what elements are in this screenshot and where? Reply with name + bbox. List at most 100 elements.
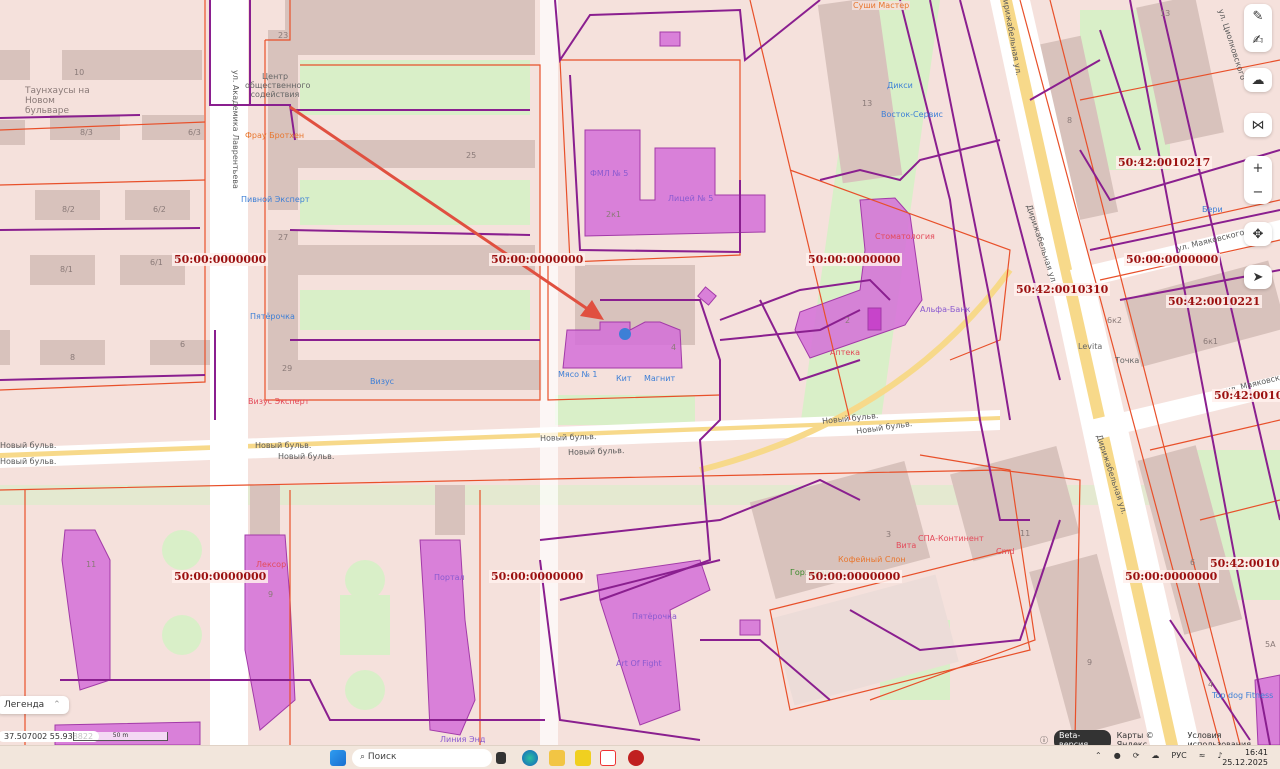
upload-tool: ☁ bbox=[1244, 68, 1272, 92]
cadastral-label[interactable]: 50:00:0000000 bbox=[489, 253, 586, 266]
street-label: Новый бульв. bbox=[278, 452, 335, 461]
task-view-icon[interactable] bbox=[496, 752, 506, 764]
place-topdog[interactable]: Top dog Fitness bbox=[1212, 691, 1273, 700]
edit-icon[interactable]: ✍ bbox=[1244, 28, 1272, 52]
cadastral-label[interactable]: 50:42:0010310 bbox=[1014, 283, 1111, 296]
house-number: 8/2 bbox=[62, 205, 75, 214]
place-vizus-expert[interactable]: Визус Эксперт bbox=[248, 397, 309, 406]
taskbar-search[interactable]: ⌕ Поиск bbox=[352, 749, 492, 767]
cadastral-label[interactable]: 50:00:0000000 bbox=[172, 570, 269, 583]
house-number: 13 bbox=[862, 99, 873, 108]
cadastral-label[interactable]: 50:00:0000000 bbox=[806, 253, 903, 266]
house-number: 8 bbox=[1067, 116, 1073, 125]
place-apteka[interactable]: Аптека bbox=[830, 348, 860, 357]
cadastral-label[interactable]: 50:42:0010217 bbox=[1116, 156, 1213, 169]
file-explorer-icon[interactable] bbox=[549, 750, 565, 766]
cadastral-label[interactable]: 50:42:001022 bbox=[1208, 557, 1280, 570]
place-levita[interactable]: Levita bbox=[1078, 342, 1102, 351]
move-tool: ✥ bbox=[1244, 222, 1272, 246]
place-center[interactable]: Центр общественного содействия bbox=[245, 72, 310, 99]
zoom-controls: + − bbox=[1244, 156, 1272, 204]
place-kit[interactable]: Кит bbox=[616, 374, 632, 383]
pencil-icon[interactable]: ✎ bbox=[1244, 4, 1272, 28]
yandex-browser-icon[interactable] bbox=[600, 750, 616, 766]
windows-start-icon[interactable] bbox=[330, 750, 346, 766]
edge-icon[interactable] bbox=[522, 750, 538, 766]
place-myaso[interactable]: Мясо № 1 bbox=[558, 370, 598, 379]
zoom-in-icon[interactable]: + bbox=[1244, 156, 1272, 180]
house-number: 8/1 bbox=[60, 265, 73, 274]
place-spa[interactable]: СПА-Континент bbox=[918, 534, 984, 543]
legend-button[interactable]: Легенда ⌃ bbox=[0, 696, 69, 714]
cadastral-label[interactable]: 50:00:0000000 bbox=[806, 570, 903, 583]
place-sushi[interactable]: Суши Мастер bbox=[852, 1, 911, 10]
place-pyaterochka[interactable]: Пятёрочка bbox=[250, 312, 295, 321]
house-number: 11 bbox=[86, 560, 97, 569]
location-pin-icon bbox=[619, 328, 631, 340]
sync-icon[interactable]: ⟳ bbox=[1133, 751, 1140, 760]
zoom-out-icon[interactable]: − bbox=[1244, 180, 1272, 204]
place-vita[interactable]: Вита bbox=[896, 541, 916, 550]
language-indicator[interactable]: РУС bbox=[1171, 751, 1186, 760]
map-canvas[interactable]: ул. Академика Лаврентьева Новый бульв. Н… bbox=[0, 0, 1280, 745]
system-tray: ⌃ ● ⟳ ☁ РУС ≈ ♪ bbox=[1095, 751, 1223, 760]
place-pivnoy[interactable]: Пивной Эксперт bbox=[241, 195, 310, 204]
house-number: 2к1 bbox=[606, 210, 622, 219]
place-tochka[interactable]: Точка bbox=[1115, 356, 1139, 365]
house-number: 2 bbox=[845, 316, 851, 325]
place-vizus[interactable]: Визус bbox=[370, 377, 394, 386]
place-artoffight[interactable]: Art Of Fight bbox=[616, 659, 662, 668]
wifi-icon[interactable]: ≈ bbox=[1199, 751, 1206, 760]
place-stomatology[interactable]: Стоматология bbox=[875, 232, 935, 241]
place-pyaterochka-2[interactable]: Пятёрочка bbox=[632, 612, 677, 621]
chevron-up-icon: ⌃ bbox=[53, 700, 61, 710]
place-lexor[interactable]: Лексор bbox=[256, 560, 286, 569]
beta-badge: Beta-версия bbox=[1054, 730, 1111, 745]
share-icon[interactable]: ⋈ bbox=[1244, 113, 1272, 137]
house-number: 25 bbox=[466, 151, 477, 160]
clock[interactable]: 16:41 25.12.2025 bbox=[1222, 748, 1268, 768]
place-fmsh[interactable]: ФМЛ № 5 bbox=[590, 169, 628, 178]
street-label: ул. Академика Лаврентьева bbox=[231, 70, 240, 189]
place-cmd[interactable]: Cmd bbox=[996, 547, 1014, 556]
draw-tools: ✎ ✍ bbox=[1244, 4, 1272, 52]
place-diksi[interactable]: Дикси bbox=[887, 81, 913, 90]
house-number: 13 bbox=[1160, 9, 1171, 18]
cadastral-label[interactable]: 50:00:0000000 bbox=[1124, 253, 1221, 266]
move-icon[interactable]: ✥ bbox=[1244, 222, 1272, 246]
browser-active-icon[interactable] bbox=[628, 750, 644, 766]
app-icon[interactable] bbox=[575, 750, 591, 766]
time: 16:41 bbox=[1244, 748, 1268, 757]
place-frau[interactable]: Фрау Бротхен bbox=[245, 131, 304, 140]
place-lyceum[interactable]: Лицей № 5 bbox=[668, 194, 713, 203]
place-magnit[interactable]: Магнит bbox=[644, 374, 675, 383]
app-tray-icon[interactable]: ● bbox=[1114, 751, 1121, 760]
house-number: 11 bbox=[1020, 529, 1031, 538]
cadastral-label[interactable]: 50:42:001022 bbox=[1212, 389, 1280, 402]
search-icon: ⌕ bbox=[360, 752, 368, 762]
house-number: 9 bbox=[1087, 658, 1093, 667]
place-portal[interactable]: Портал bbox=[434, 573, 465, 582]
date: 25.12.2025 bbox=[1222, 758, 1268, 767]
yandex-maps-link[interactable]: Карты © Яндекс bbox=[1117, 731, 1182, 745]
info-icon[interactable]: ⓘ bbox=[1040, 735, 1048, 746]
place-beri[interactable]: Бери bbox=[1202, 205, 1223, 214]
cadastral-label[interactable]: 50:42:0010221 bbox=[1166, 295, 1263, 308]
chevron-up-icon[interactable]: ⌃ bbox=[1095, 751, 1102, 760]
place-townhouses[interactable]: Таунхаусы на Новом бульваре bbox=[25, 86, 95, 116]
house-number: 6/1 bbox=[150, 258, 163, 267]
place-kofeinia[interactable]: Кофейный Слон bbox=[838, 555, 906, 564]
house-number: 29 bbox=[282, 364, 293, 373]
place-alfa[interactable]: Альфа-Банк bbox=[920, 305, 970, 314]
cadastral-label[interactable]: 50:00:0000000 bbox=[172, 253, 269, 266]
cloud-icon[interactable]: ☁ bbox=[1151, 751, 1159, 760]
house-number: 3 bbox=[886, 530, 892, 539]
attribution: ⓘ Beta-версия Карты © Яндекс Условия исп… bbox=[1040, 730, 1280, 745]
place-linia[interactable]: Линия Энд bbox=[440, 735, 485, 744]
place-vostok[interactable]: Восток-Сервис bbox=[881, 110, 943, 119]
locate-icon[interactable]: ➤ bbox=[1244, 265, 1272, 289]
cadastral-label[interactable]: 50:00:0000000 bbox=[1123, 570, 1220, 583]
terms-link[interactable]: Условия использования bbox=[1187, 731, 1280, 745]
cadastral-label[interactable]: 50:00:0000000 bbox=[489, 570, 586, 583]
cloud-upload-icon[interactable]: ☁ bbox=[1244, 68, 1272, 92]
